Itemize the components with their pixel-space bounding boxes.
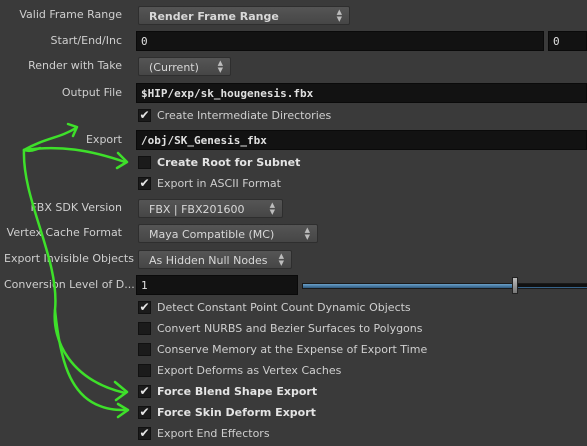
export-deforms-vertex-caches-label: Export Deforms as Vertex Caches <box>157 364 342 377</box>
vertex-cache-format-label: Vertex Cache Format <box>6 226 122 239</box>
fbx-sdk-version-label: FBX SDK Version <box>30 201 122 214</box>
updown-arrows-icon: ▲ ▼ <box>336 7 342 23</box>
force-blend-shape-export-label: Force Blend Shape Export <box>157 385 318 398</box>
row-create-root-for-subnet: Create Root for Subnet <box>0 152 587 174</box>
export-invisible-objects-menu[interactable]: As Hidden Null Nodes ▲ ▼ <box>138 250 292 269</box>
row-detect-constant-point-count: ✔ Detect Constant Point Count Dynamic Ob… <box>0 297 587 319</box>
fbx-sdk-version-value: FBX | FBX201600 <box>149 203 245 216</box>
check-icon: ✔ <box>139 384 150 398</box>
start-field[interactable]: 0 <box>136 31 544 51</box>
conversion-level-field[interactable]: 1 <box>136 275 298 295</box>
detect-constant-point-count-label: Detect Constant Point Count Dynamic Obje… <box>157 301 411 314</box>
row-vertex-cache-format: Vertex Cache Format Maya Compatible (MC)… <box>0 222 587 244</box>
row-conserve-memory: Conserve Memory at the Expense of Export… <box>0 339 587 361</box>
updown-arrows-icon: ▲ ▼ <box>304 225 310 241</box>
check-icon: ✔ <box>139 176 150 190</box>
force-skin-deform-export-checkbox[interactable]: ✔ <box>138 406 151 419</box>
export-invisible-objects-label: Export Invisible Objects <box>4 252 134 265</box>
row-fbx-sdk-version: FBX SDK Version FBX | FBX201600 ▲ ▼ <box>0 197 587 219</box>
check-icon: ✔ <box>139 300 150 314</box>
row-export-end-effectors: ✔ Export End Effectors <box>0 423 587 445</box>
vertex-cache-format-value: Maya Compatible (MC) <box>149 228 275 241</box>
output-file-label: Output File <box>61 86 122 99</box>
updown-arrows-icon: ▲ ▼ <box>217 58 223 74</box>
render-with-take-value: (Current) <box>149 61 199 74</box>
export-ascii-label: Export in ASCII Format <box>157 177 281 190</box>
export-ascii-checkbox[interactable]: ✔ <box>138 177 151 190</box>
row-export: Export /obj/SK_Genesis_fbx <box>0 129 587 151</box>
fbx-sdk-version-menu[interactable]: FBX | FBX201600 ▲ ▼ <box>138 199 283 218</box>
row-convert-nurbs: Convert NURBS and Bezier Surfaces to Pol… <box>0 318 587 340</box>
row-output-file: Output File $HIP/exp/sk_hougenesis.fbx <box>0 82 587 104</box>
row-start-end-inc: Start/End/Inc 0 0 <box>0 30 587 52</box>
row-create-intermediate-dirs: ✔ Create Intermediate Directories <box>0 105 587 127</box>
row-export-invisible-objects: Export Invisible Objects As Hidden Null … <box>0 248 587 270</box>
conversion-level-slider-handle[interactable] <box>512 277 518 294</box>
row-export-deforms-vertex-caches: Export Deforms as Vertex Caches <box>0 360 587 382</box>
end-field[interactable]: 0 <box>548 31 587 51</box>
create-intermediate-dirs-label: Create Intermediate Directories <box>157 109 332 122</box>
force-blend-shape-export-checkbox[interactable]: ✔ <box>138 385 151 398</box>
conversion-level-slider-remainder <box>518 284 587 287</box>
detect-constant-point-count-checkbox[interactable]: ✔ <box>138 301 151 314</box>
row-force-skin-deform-export: ✔ Force Skin Deform Export <box>0 402 587 424</box>
conserve-memory-checkbox[interactable] <box>138 343 151 356</box>
start-end-inc-label: Start/End/Inc <box>50 34 122 47</box>
create-root-for-subnet-checkbox[interactable] <box>138 156 151 169</box>
export-invisible-objects-value: As Hidden Null Nodes <box>149 254 268 267</box>
vertex-cache-format-menu[interactable]: Maya Compatible (MC) ▲ ▼ <box>138 224 318 243</box>
create-intermediate-dirs-checkbox[interactable]: ✔ <box>138 109 151 122</box>
export-end-effectors-label: Export End Effectors <box>157 427 270 440</box>
export-field[interactable]: /obj/SK_Genesis_fbx <box>136 130 587 150</box>
row-valid-frame-range: Valid Frame Range Render Frame Range ▲ ▼ <box>0 4 587 26</box>
convert-nurbs-label: Convert NURBS and Bezier Surfaces to Pol… <box>157 322 423 335</box>
create-root-for-subnet-label: Create Root for Subnet <box>157 156 301 169</box>
row-export-ascii: ✔ Export in ASCII Format <box>0 173 587 195</box>
convert-nurbs-checkbox[interactable] <box>138 322 151 335</box>
force-skin-deform-export-label: Force Skin Deform Export <box>157 406 316 419</box>
export-label: Export <box>85 133 122 146</box>
render-with-take-label: Render with Take <box>28 59 122 72</box>
export-deforms-vertex-caches-checkbox[interactable] <box>138 364 151 377</box>
valid-frame-range-label: Valid Frame Range <box>19 8 122 21</box>
export-end-effectors-checkbox[interactable]: ✔ <box>138 427 151 440</box>
check-icon: ✔ <box>139 405 150 419</box>
check-icon: ✔ <box>139 426 150 440</box>
updown-arrows-icon: ▲ ▼ <box>269 200 275 216</box>
valid-frame-range-value: Render Frame Range <box>149 10 279 23</box>
row-conversion-level: Conversion Level of D... 1 <box>0 274 587 296</box>
check-icon: ✔ <box>139 108 150 122</box>
updown-arrows-icon: ▲ ▼ <box>278 251 284 267</box>
output-file-field[interactable]: $HIP/exp/sk_hougenesis.fbx <box>136 83 587 103</box>
row-force-blend-shape-export: ✔ Force Blend Shape Export <box>0 381 587 403</box>
valid-frame-range-menu[interactable]: Render Frame Range ▲ ▼ <box>138 6 350 25</box>
render-with-take-menu[interactable]: (Current) ▲ ▼ <box>138 57 231 76</box>
conversion-level-label: Conversion Level of D... <box>4 278 135 291</box>
row-render-with-take: Render with Take (Current) ▲ ▼ <box>0 55 587 77</box>
conserve-memory-label: Conserve Memory at the Expense of Export… <box>157 343 428 356</box>
